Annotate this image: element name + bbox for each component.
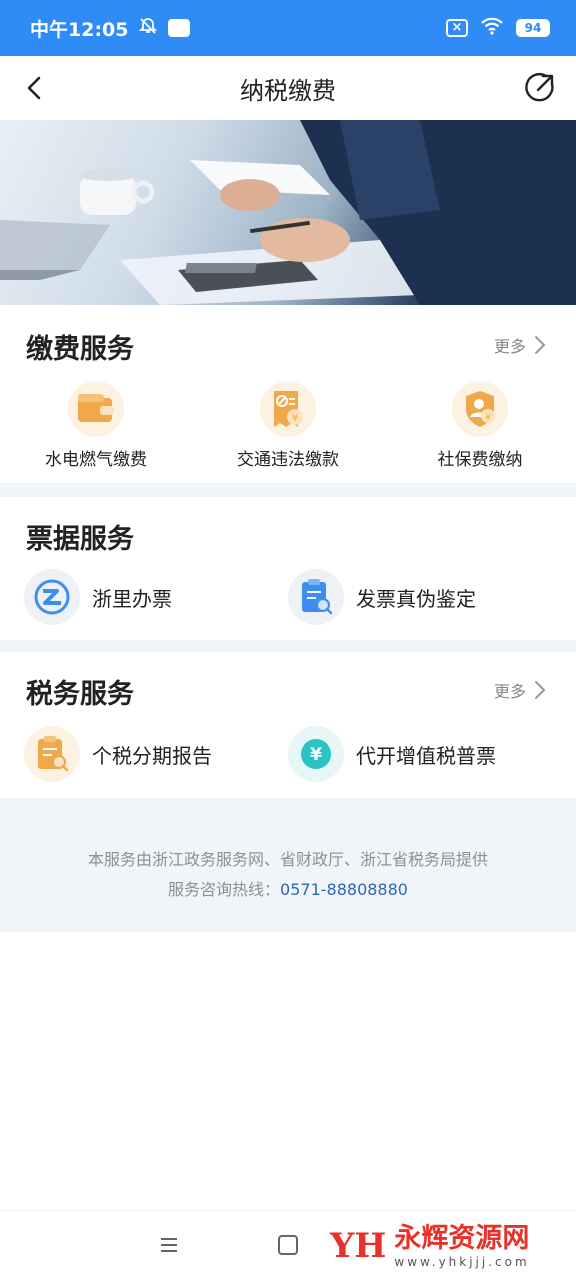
yuan-icon: ¥: [288, 726, 344, 782]
system-nav-bar: YH 永辉资源网 www.yhkjjj.com: [0, 1210, 576, 1280]
tax-services-section: 税务服务 更多 个税分期报告 ¥ 代开增值税普票: [0, 652, 576, 798]
watermark-logo: YH: [330, 1226, 387, 1266]
utility-payment-label: 水电燃气缴费: [45, 450, 147, 470]
alarm-off-icon: [138, 16, 158, 41]
watermark-url: www.yhkjjj.com: [394, 1254, 530, 1269]
traffic-fine-icon: ¥: [260, 381, 316, 437]
tax-services-title: 税务服务: [26, 679, 134, 710]
payment-services-title: 缴费服务: [26, 334, 134, 365]
back-button[interactable]: [18, 70, 54, 106]
tax-report-icon: [24, 726, 80, 782]
wifi-icon: [480, 16, 504, 41]
vat-invoice-item[interactable]: ¥ 代开增值税普票: [288, 726, 496, 782]
chevron-left-icon: [27, 76, 41, 100]
traffic-fine-label: 交通违法缴款: [237, 450, 339, 470]
invoice-services-section: 票据服务 浙里办票 发票真伪鉴定: [0, 497, 576, 640]
battery-indicator: 94: [516, 19, 550, 37]
invoice-check-icon: [288, 569, 344, 625]
social-security-label: 社保费缴纳: [437, 450, 523, 470]
chevron-right-icon: [535, 681, 546, 699]
section-divider: [0, 640, 576, 652]
tax-installment-item[interactable]: 个税分期报告: [24, 726, 212, 782]
traffic-fine-item[interactable]: ¥ 交通违法缴款: [192, 381, 384, 470]
svg-text:¥: ¥: [485, 413, 491, 423]
payment-more-link[interactable]: 更多: [494, 333, 546, 357]
hotline-label: 服务咨询热线：: [168, 880, 281, 899]
svg-text:¥: ¥: [292, 413, 298, 424]
app-header: 纳税缴费: [0, 56, 576, 120]
no-sim-icon: ×: [446, 19, 468, 37]
more-label: 更多: [493, 682, 526, 701]
app-notification-icon: [168, 19, 191, 37]
menu-icon: [161, 1238, 177, 1252]
zheli-logo-icon: [24, 569, 80, 625]
invoice-verification-label: 发票真伪鉴定: [356, 586, 476, 611]
social-security-icon: ¥: [452, 381, 508, 437]
status-time: 中午12:05: [30, 18, 129, 41]
banner-image: [0, 120, 576, 305]
zheli-invoice-item[interactable]: 浙里办票: [24, 569, 172, 625]
svg-text:¥: ¥: [310, 745, 322, 765]
chevron-right-icon: [535, 336, 546, 354]
watermark-text: 永辉资源网: [394, 1222, 530, 1254]
zheli-invoice-label: 浙里办票: [92, 586, 172, 611]
payment-services-section: 缴费服务 更多 水电燃气缴费 ¥ 交通违法缴款 ¥ 社保费缴纳: [0, 305, 576, 483]
invoice-verification-item[interactable]: 发票真伪鉴定: [288, 569, 476, 625]
external-share-icon: [525, 73, 554, 102]
service-info: 本服务由浙江政务服务网、省财政厅、浙江省税务局提供 服务咨询热线：0571-88…: [0, 798, 576, 932]
share-button[interactable]: [522, 70, 558, 106]
section-divider: [0, 483, 576, 497]
vat-invoice-label: 代开增值税普票: [356, 743, 496, 768]
status-bar: 中午12:05 × 94: [0, 0, 576, 56]
wallet-icon: [68, 381, 124, 437]
social-security-item[interactable]: ¥ 社保费缴纳: [384, 381, 576, 470]
watermark: YH 永辉资源网 www.yhkjjj.com: [330, 1221, 530, 1271]
utility-payment-item[interactable]: 水电燃气缴费: [0, 381, 192, 470]
menu-button[interactable]: [158, 1235, 180, 1255]
invoice-services-title: 票据服务: [26, 524, 134, 555]
more-label: 更多: [493, 337, 526, 356]
page-title: 纳税缴费: [240, 76, 336, 105]
hotline-line: 服务咨询热线：0571-88808880: [0, 876, 576, 900]
hotline-number[interactable]: 0571-88808880: [280, 880, 408, 899]
tax-more-link[interactable]: 更多: [494, 678, 546, 702]
tax-installment-label: 个税分期报告: [92, 743, 212, 768]
provider-text: 本服务由浙江政务服务网、省财政厅、浙江省税务局提供: [87, 850, 488, 869]
home-button[interactable]: [278, 1235, 298, 1255]
